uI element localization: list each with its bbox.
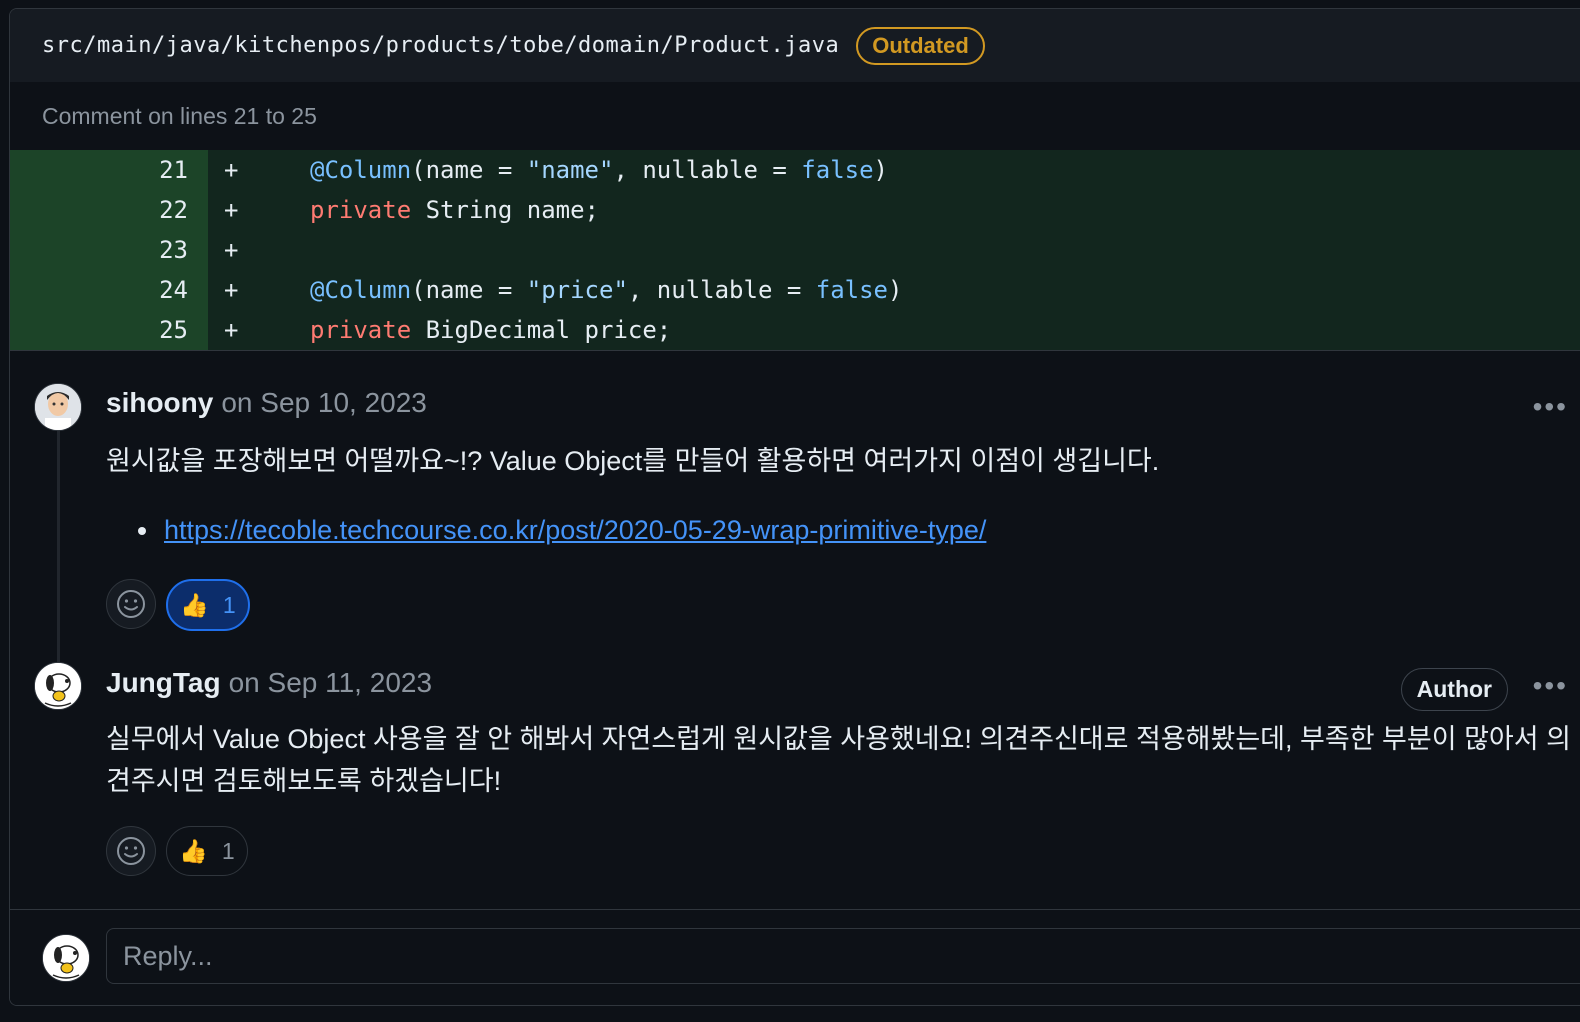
add-reaction-button[interactable] (106, 826, 156, 876)
code-token: , nullable = (613, 156, 802, 184)
diff-line: 22 + private String name; (10, 190, 1580, 230)
added-line-marker: + (224, 316, 239, 344)
comment-body-line: 실무에서 Value Object 사용을 잘 안 해봐서 자연스럽게 원시값을… (106, 724, 1571, 754)
code-token: @Column (310, 156, 412, 184)
comment-range-label: Comment on lines 21 to 25 (10, 82, 1580, 151)
code-token: "name" (526, 156, 614, 184)
smiley-icon (117, 590, 145, 618)
line-number[interactable]: 24 (10, 276, 188, 304)
comment-date[interactable]: on Sep 10, 2023 (221, 387, 427, 419)
comment-menu-icon[interactable]: ••• (1533, 391, 1568, 423)
diff-line: 23 + (10, 230, 1580, 270)
avatar-sihoony[interactable] (34, 383, 82, 431)
thumbs-up-reaction-button[interactable]: 👍 1 (166, 579, 250, 631)
file-path[interactable]: src/main/java/kitchenpos/products/tobe/d… (42, 33, 839, 58)
code-token: false (801, 156, 874, 184)
line-number[interactable]: 21 (10, 156, 188, 184)
diff-snippet: 21 + @Column(name = "name", nullable = fal… (10, 150, 1580, 351)
comment-link[interactable]: https://tecoble.techcourse.co.kr/post/20… (164, 515, 986, 546)
comment-author[interactable]: sihoony (106, 387, 213, 419)
comment-1-header: sihoony on Sep 10, 2023 (106, 387, 427, 419)
reply-area (10, 909, 1580, 1005)
outdated-badge: Outdated (856, 26, 985, 65)
code-token: , nullable = (627, 276, 816, 304)
added-line-marker: + (224, 276, 239, 304)
comment-date[interactable]: on Sep 11, 2023 (229, 667, 432, 699)
comment-menu-icon[interactable]: ••• (1533, 670, 1568, 702)
code-token: private (310, 316, 412, 344)
review-thread-panel: src/main/java/kitchenpos/products/tobe/d… (9, 8, 1580, 1006)
code-token: String name; (411, 196, 599, 224)
code-content: @Column(name = "price", nullable = false… (310, 276, 902, 304)
add-reaction-button[interactable] (106, 579, 156, 629)
added-line-marker: + (224, 236, 239, 264)
code-token: ) (888, 276, 903, 304)
bullet-icon (138, 526, 146, 535)
code-token: ) (873, 156, 888, 184)
comment-author[interactable]: JungTag (106, 667, 221, 699)
code-content: @Column(name = "name", nullable = false) (310, 156, 888, 184)
thumbs-up-reaction-button[interactable]: 👍 1 (166, 826, 248, 876)
code-token: private (310, 196, 412, 224)
code-token: "price" (526, 276, 628, 304)
code-token: BigDecimal price; (411, 316, 672, 344)
added-line-marker: + (224, 156, 239, 184)
code-content: private String name; (310, 196, 599, 224)
current-user-avatar (42, 934, 90, 982)
reaction-count: 1 (221, 837, 235, 864)
comment-body: 원시값을 포장해보면 어떨까요~!? Value Object를 만들어 활용하… (106, 446, 1160, 476)
author-badge: Author (1400, 668, 1508, 711)
diff-line: 24 + @Column(name = "price", nullable = fa… (10, 270, 1580, 310)
comment-2-header: JungTag on Sep 11, 2023 (106, 667, 432, 699)
comment-body: 실무에서 Value Object 사용을 잘 안 해봐서 자연스럽게 원시값을… (106, 718, 1571, 802)
diff-line: 21 + @Column(name = "name", nullable = fal… (10, 150, 1580, 190)
thread-connector (57, 429, 60, 669)
code-token: false (815, 276, 888, 304)
reply-input[interactable] (106, 928, 1580, 984)
file-header: src/main/java/kitchenpos/products/tobe/d… (10, 9, 1580, 82)
comment-link-item: https://tecoble.techcourse.co.kr/post/20… (138, 515, 986, 546)
avatar-jungtag[interactable] (34, 662, 82, 710)
code-token: (name = (411, 276, 527, 304)
added-line-marker: + (224, 196, 239, 224)
line-number[interactable]: 23 (10, 236, 188, 264)
line-number[interactable]: 25 (10, 316, 188, 344)
thumbs-up-icon: 👍 (179, 837, 208, 864)
thumbs-up-icon: 👍 (180, 591, 209, 618)
comment-body-line: 견주시면 검토해보도록 하겠습니다! (106, 766, 502, 796)
code-content: private BigDecimal price; (310, 316, 671, 344)
reaction-count: 1 (222, 591, 236, 618)
line-number[interactable]: 22 (10, 196, 188, 224)
code-token: @Column (310, 276, 412, 304)
code-token: (name = (411, 156, 527, 184)
smiley-icon (117, 837, 145, 865)
diff-line: 25 + private BigDecimal price; (10, 310, 1580, 350)
